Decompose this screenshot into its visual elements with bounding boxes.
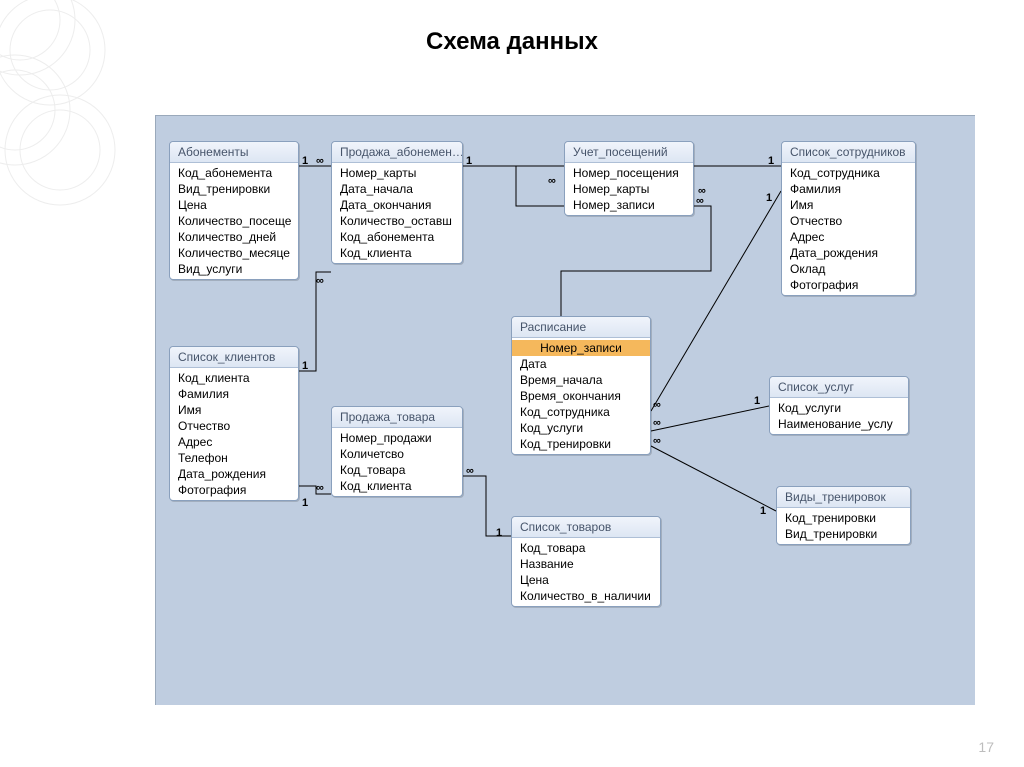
- table-field[interactable]: Фамилия: [782, 181, 915, 197]
- table-field[interactable]: Код_товара: [512, 540, 660, 556]
- table-trenir[interactable]: Виды_тренировок Код_тренировкиВид_трениро…: [776, 486, 911, 545]
- table-field[interactable]: Цена: [512, 572, 660, 588]
- table-field[interactable]: Количетсво: [332, 446, 462, 462]
- table-field[interactable]: Оклад: [782, 261, 915, 277]
- table-field[interactable]: Вид_тренировки: [170, 181, 298, 197]
- table-prodabon[interactable]: Продажа_абонемен… Номер_картыДата_началаД…: [331, 141, 463, 264]
- table-field[interactable]: Вид_услуги: [170, 261, 298, 277]
- table-field[interactable]: Код_клиента: [170, 370, 298, 386]
- table-field[interactable]: Адрес: [170, 434, 298, 450]
- table-field[interactable]: Код_клиента: [332, 478, 462, 494]
- table-field[interactable]: Количество_дней: [170, 229, 298, 245]
- table-field[interactable]: Номер_карты: [332, 165, 462, 181]
- diagram-canvas: 1∞1∞∞1∞1∞1∞∞1∞1∞1∞1 АбонементыКод_абонем…: [155, 115, 975, 705]
- table-field[interactable]: Фотография: [170, 482, 298, 498]
- table-field[interactable]: Время_начала: [512, 372, 650, 388]
- table-field[interactable]: Количество_посеще: [170, 213, 298, 229]
- table-field[interactable]: Номер_карты: [565, 181, 693, 197]
- table-field[interactable]: Дата: [512, 356, 650, 372]
- table-field[interactable]: Фотография: [782, 277, 915, 293]
- table-field[interactable]: Код_услуги: [770, 400, 908, 416]
- table-field[interactable]: Адрес: [782, 229, 915, 245]
- table-field[interactable]: Код_тренировки: [512, 436, 650, 452]
- table-field[interactable]: Вид_тренировки: [777, 526, 910, 542]
- table-field[interactable]: Дата_рождения: [170, 466, 298, 482]
- table-field[interactable]: Телефон: [170, 450, 298, 466]
- table-field[interactable]: Код_клиента: [332, 245, 462, 261]
- table-uslugi[interactable]: Список_услуг Код_услугиНаименование_услу: [769, 376, 909, 435]
- table-title: Учет_посещений: [565, 142, 693, 163]
- table-field[interactable]: Номер_записи: [565, 197, 693, 213]
- table-field[interactable]: Отчество: [782, 213, 915, 229]
- table-tovary[interactable]: Список_товаров Код_товараНазваниеЦенаКоли…: [511, 516, 661, 607]
- table-title: Расписание: [512, 317, 650, 338]
- table-abon[interactable]: Абонементы Код_абонементаВид_тренировкиЦе…: [169, 141, 299, 280]
- page-title: Схема данных: [0, 0, 1024, 74]
- table-title: Абонементы: [170, 142, 298, 163]
- table-field[interactable]: Дата_окончания: [332, 197, 462, 213]
- slide-number: 17: [978, 739, 994, 755]
- table-title: Список_клиентов: [170, 347, 298, 368]
- table-field[interactable]: Номер_посещения: [565, 165, 693, 181]
- table-field[interactable]: Код_абонемента: [170, 165, 298, 181]
- table-field[interactable]: Цена: [170, 197, 298, 213]
- table-rasp[interactable]: Расписание Номер_записиДатаВремя_началаВр…: [511, 316, 651, 455]
- table-field[interactable]: Количество_месяце: [170, 245, 298, 261]
- table-field[interactable]: Код_сотрудника: [512, 404, 650, 420]
- table-title: Виды_тренировок: [777, 487, 910, 508]
- table-field[interactable]: Код_товара: [332, 462, 462, 478]
- table-field[interactable]: Дата_начала: [332, 181, 462, 197]
- table-title: Продажа_абонемен…: [332, 142, 462, 163]
- table-field[interactable]: Номер_продажи: [332, 430, 462, 446]
- table-field[interactable]: Код_абонемента: [332, 229, 462, 245]
- table-uchet[interactable]: Учет_посещений Номер_посещенияНомер_карты…: [564, 141, 694, 216]
- table-field[interactable]: Количество_оставш: [332, 213, 462, 229]
- table-field[interactable]: Код_сотрудника: [782, 165, 915, 181]
- table-field[interactable]: Фамилия: [170, 386, 298, 402]
- table-title: Список_товаров: [512, 517, 660, 538]
- table-field[interactable]: Код_услуги: [512, 420, 650, 436]
- table-title: Список_услуг: [770, 377, 908, 398]
- table-title: Список_сотрудников: [782, 142, 915, 163]
- table-field[interactable]: Наименование_услу: [770, 416, 908, 432]
- table-field[interactable]: Дата_рождения: [782, 245, 915, 261]
- table-field[interactable]: Название: [512, 556, 660, 572]
- table-field[interactable]: Номер_записи: [512, 340, 650, 356]
- table-field[interactable]: Имя: [170, 402, 298, 418]
- table-sotr[interactable]: Список_сотрудников Код_сотрудникаФамилияИ…: [781, 141, 916, 296]
- tables-layer: АбонементыКод_абонементаВид_тренировкиЦе…: [156, 116, 975, 705]
- table-field[interactable]: Количество_в_наличии: [512, 588, 660, 604]
- table-field[interactable]: Код_тренировки: [777, 510, 910, 526]
- table-title: Продажа_товара: [332, 407, 462, 428]
- table-field[interactable]: Время_окончания: [512, 388, 650, 404]
- table-prodtov[interactable]: Продажа_товараНомер_продажиКоличетсвоКод…: [331, 406, 463, 497]
- table-field[interactable]: Имя: [782, 197, 915, 213]
- table-klienty[interactable]: Список_клиентов Код_клиентаФамилияИмяОтче…: [169, 346, 299, 501]
- table-field[interactable]: Отчество: [170, 418, 298, 434]
